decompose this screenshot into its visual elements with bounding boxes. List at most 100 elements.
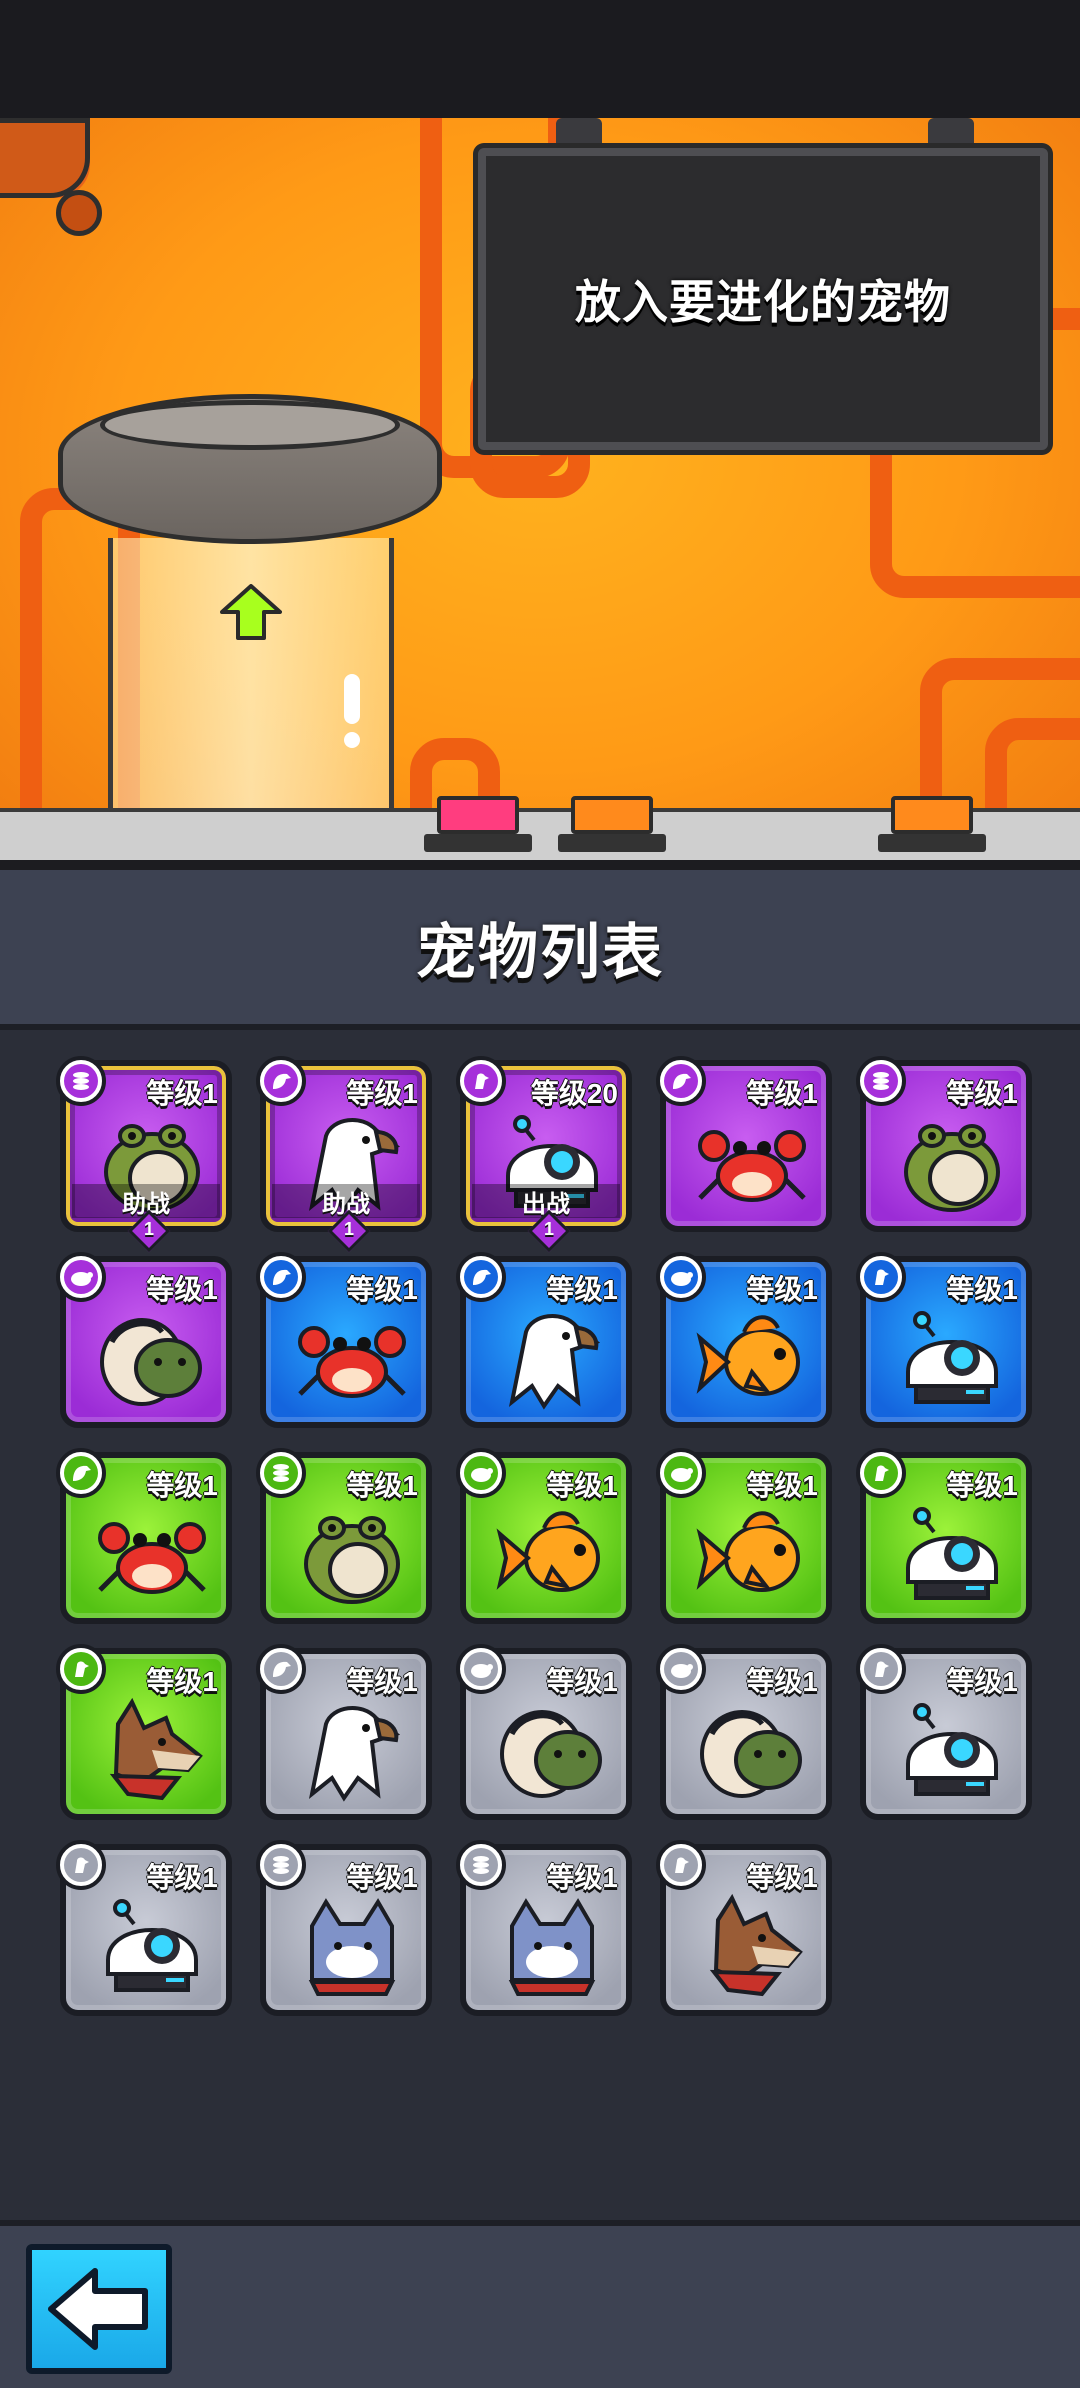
- bird-icon: [856, 1448, 906, 1498]
- team-slot-number: 1: [143, 1218, 154, 1239]
- pet-level: 等级1: [746, 1274, 818, 1305]
- pet-card-eagle[interactable]: 等级1: [456, 1252, 632, 1428]
- nozzle-tip: [56, 190, 102, 236]
- pet-level: 等级20: [530, 1078, 618, 1109]
- turtle-icon: [656, 1252, 706, 1302]
- turtle-pet-icon: [700, 1710, 802, 1798]
- team-slot-number: 1: [543, 1218, 554, 1239]
- back-button[interactable]: [26, 2244, 172, 2374]
- pet-card-dog[interactable]: 等级1: [56, 1644, 232, 1820]
- prompt-monitor: 放入要进化的宠物: [478, 148, 1048, 450]
- turtle-icon: [656, 1448, 706, 1498]
- pet-card-robot[interactable]: 等级20 出战 1: [456, 1056, 632, 1253]
- eagle-icon: [656, 1056, 706, 1106]
- pet-level: 等级1: [346, 1274, 418, 1305]
- pet-level: 等级1: [546, 1470, 618, 1501]
- pet-grid: 等级1 助战 1 等级1 助战 1 等级20 出战 1 等级1 等级1 等级1 等级1 等级1 等级1 等级1…: [0, 1030, 1080, 2220]
- bird-icon: [656, 1840, 706, 1890]
- team-slot-number: 1: [343, 1218, 354, 1239]
- coins-icon: [456, 1840, 506, 1890]
- pet-card-frog[interactable]: 等级1: [256, 1448, 432, 1624]
- pet-level: 等级1: [346, 1470, 418, 1501]
- eagle-icon: [456, 1252, 506, 1302]
- pet-card-robot[interactable]: 等级1: [856, 1644, 1032, 1820]
- pet-level: 等级1: [346, 1078, 418, 1109]
- exclamation-dot: [344, 732, 360, 748]
- pet-level: 等级1: [946, 1274, 1018, 1305]
- bird-icon: [56, 1840, 106, 1890]
- frog-pet-icon: [904, 1124, 1000, 1212]
- pet-level: 等级1: [946, 1078, 1018, 1109]
- pet-card-frog[interactable]: 等级1: [856, 1056, 1032, 1232]
- crab-pet-icon: [298, 1326, 406, 1398]
- nozzle-decoration: [0, 118, 90, 198]
- goldfish-pet-icon: [696, 1511, 800, 1592]
- bird-icon: [456, 1056, 506, 1106]
- eagle-pet-icon: [308, 1705, 401, 1802]
- pet-level: 等级1: [746, 1470, 818, 1501]
- pet-card-goldfish[interactable]: 等级1: [656, 1252, 832, 1428]
- eagle-icon: [56, 1448, 106, 1498]
- evolution-lab-scene: 放入要进化的宠物: [0, 118, 1080, 860]
- pet-card-crab[interactable]: 等级1: [256, 1252, 432, 1428]
- goldfish-pet-icon: [696, 1315, 800, 1396]
- button-base: [558, 834, 666, 852]
- eagle-icon: [256, 1252, 306, 1302]
- button-base: [878, 834, 986, 852]
- pet-level: 等级1: [346, 1862, 418, 1893]
- bird-icon: [856, 1252, 906, 1302]
- pet-card-dog[interactable]: 等级1: [656, 1840, 832, 2016]
- turtle-pet-icon: [100, 1318, 202, 1406]
- pet-card-crab[interactable]: 等级1: [56, 1448, 232, 1624]
- goldfish-pet-icon: [496, 1511, 600, 1592]
- pet-card-robot[interactable]: 等级1: [856, 1252, 1032, 1428]
- pet-card-robot[interactable]: 等级1: [856, 1448, 1032, 1624]
- dog-pet-icon: [109, 1697, 203, 1801]
- pet-card-robot[interactable]: 等级1: [56, 1840, 232, 2016]
- robot-pet-icon: [906, 1507, 998, 1600]
- pet-level: 等级1: [346, 1666, 418, 1697]
- coins-icon: [256, 1840, 306, 1890]
- eagle-icon: [256, 1644, 306, 1694]
- pet-card-goldfish[interactable]: 等级1: [456, 1448, 632, 1624]
- pet-card-turtle[interactable]: 等级1: [656, 1644, 832, 1820]
- bird-icon: [856, 1644, 906, 1694]
- button-base: [424, 834, 532, 852]
- crab-pet-icon: [98, 1522, 206, 1594]
- eagle-icon: [256, 1056, 306, 1106]
- pet-card-turtle[interactable]: 等级1: [56, 1252, 232, 1428]
- pet-level: 等级1: [146, 1666, 218, 1697]
- pet-level: 等级1: [746, 1666, 818, 1697]
- pet-list-title: 宠物列表: [416, 918, 664, 986]
- pet-card-crab[interactable]: 等级1: [656, 1056, 832, 1232]
- pet-card-cat[interactable]: 等级1: [456, 1840, 632, 2016]
- pet-level: 等级1: [746, 1862, 818, 1893]
- pink-lab-button[interactable]: [437, 796, 519, 834]
- turtle-icon: [456, 1644, 506, 1694]
- pet-level: 等级1: [946, 1470, 1018, 1501]
- orange-lab-button[interactable]: [891, 796, 973, 834]
- pet-card-goldfish[interactable]: 等级1: [656, 1448, 832, 1624]
- pet-card-cat[interactable]: 等级1: [256, 1840, 432, 2016]
- floor-edge: [0, 860, 1080, 870]
- evolution-pod-cap-top: [100, 400, 400, 450]
- coins-icon: [856, 1056, 906, 1106]
- pet-list-header: 宠物列表: [0, 870, 1080, 1030]
- orange-lab-button[interactable]: [571, 796, 653, 834]
- pet-card-turtle[interactable]: 等级1: [456, 1644, 632, 1820]
- pet-card-frog[interactable]: 等级1 助战 1: [56, 1056, 232, 1253]
- pet-card-eagle[interactable]: 等级1: [256, 1644, 432, 1820]
- coins-icon: [56, 1056, 106, 1106]
- pet-level: 等级1: [146, 1274, 218, 1305]
- status-bar: [0, 0, 1080, 118]
- turtle-icon: [656, 1644, 706, 1694]
- cat-pet-icon: [508, 1898, 596, 1996]
- pet-level: 等级1: [146, 1862, 218, 1893]
- pet-level: 等级1: [546, 1274, 618, 1305]
- frog-pet-icon: [304, 1516, 400, 1604]
- pet-level: 等级1: [146, 1470, 218, 1501]
- turtle-icon: [456, 1448, 506, 1498]
- robot-pet-icon: [906, 1703, 998, 1796]
- pet-level: 等级1: [546, 1666, 618, 1697]
- pet-card-eagle[interactable]: 等级1 助战 1: [256, 1056, 432, 1253]
